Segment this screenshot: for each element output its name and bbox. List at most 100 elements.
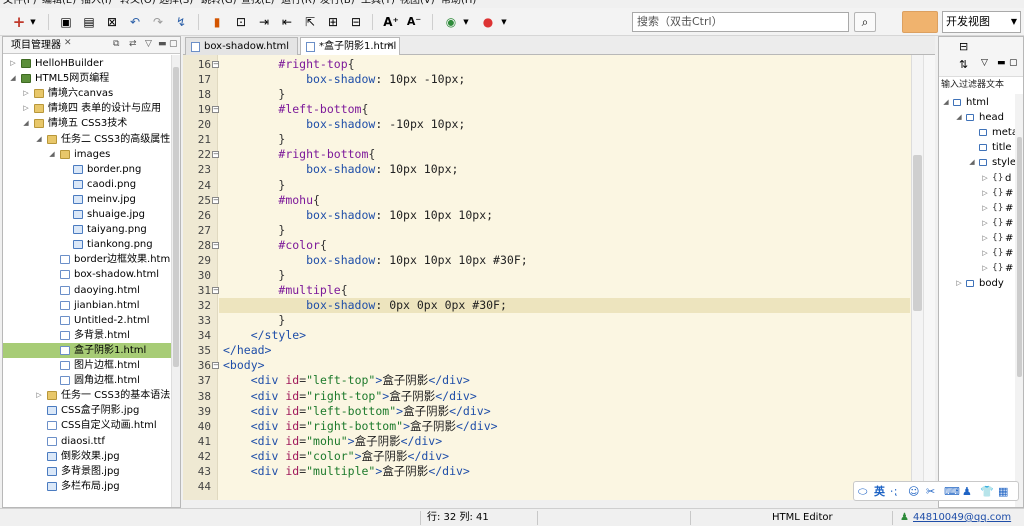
close-icon[interactable]: ✕ <box>64 38 72 48</box>
fold-toggle-icon[interactable]: − <box>212 151 219 158</box>
code-line[interactable]: box-shadow: -10px 10px; <box>223 117 903 132</box>
collapse-arrow-icon[interactable]: ◢ <box>35 132 43 147</box>
fold-toggle-icon[interactable]: − <box>212 362 219 369</box>
select-line-icon[interactable]: ⇱ <box>302 14 318 30</box>
search-icon[interactable]: ⌕ <box>854 12 876 32</box>
code-line[interactable]: #left-bottom{ <box>223 102 903 117</box>
bookmark-icon[interactable]: ▮ <box>209 14 225 30</box>
menu-item[interactable]: 运行(R) <box>281 0 316 7</box>
expand-arrow-icon[interactable]: ▷ <box>22 86 30 101</box>
tree-item[interactable]: ◢ HTML5网页编程 <box>3 71 171 86</box>
code-line[interactable]: box-shadow: 10px -10px; <box>223 72 903 87</box>
code-line[interactable]: <div id="right-bottom">盒子阴影</div> <box>223 419 903 434</box>
menu-item[interactable]: 工具(T) <box>361 0 395 7</box>
tree-item[interactable]: 多背景.html <box>3 328 171 343</box>
tree-item[interactable]: ▷ 任务一 CSS3的基本语法 <box>3 388 171 403</box>
indent-icon[interactable]: ⇥ <box>256 14 272 30</box>
outline-menu-icon[interactable]: ▽ <box>981 58 988 68</box>
outline-item[interactable]: ◢ head <box>939 110 1015 125</box>
outline-item[interactable]: ◢ style <box>939 155 1016 170</box>
menu-item[interactable]: 选择(S) <box>159 0 193 7</box>
undo-icon[interactable]: ↶ <box>127 14 143 30</box>
collapse-arrow-icon[interactable]: ◢ <box>22 116 30 131</box>
fold-toggle-icon[interactable]: − <box>212 106 219 113</box>
outline-item[interactable]: ▷{} # <box>939 246 1015 261</box>
menu-item[interactable]: 转义(O) <box>120 0 156 7</box>
expand-arrow-icon[interactable]: ▷ <box>981 246 989 261</box>
code-line[interactable]: } <box>223 87 903 102</box>
tree-item[interactable]: ◢ images <box>3 147 171 162</box>
code-line[interactable]: <div id="left-top">盒子阴影</div> <box>223 373 903 388</box>
view-menu-icon[interactable]: ▽ <box>145 39 152 49</box>
tree-item[interactable]: shuaige.jpg <box>3 207 171 222</box>
outline-item[interactable]: title <box>939 140 1015 155</box>
maximize-icon[interactable]: ▢ <box>1009 58 1018 68</box>
expand-arrow-icon[interactable]: ▷ <box>981 231 989 246</box>
code-line[interactable]: } <box>223 178 903 193</box>
ime-punctuation-icon[interactable]: ⋅⁏ <box>890 484 897 499</box>
expand-arrow-icon[interactable]: ▷ <box>9 56 17 71</box>
code-line[interactable]: </head> <box>223 343 903 358</box>
code-line[interactable]: <div id="left-bottom">盒子阴影</div> <box>223 404 903 419</box>
new-icon[interactable]: + <box>11 14 27 30</box>
outline-item[interactable]: ▷{} d <box>939 171 1015 186</box>
toggle-comment-icon[interactable]: ⊡ <box>233 14 249 30</box>
tab-box-shadow-1[interactable]: *盒子阴影1.html ✕ <box>300 37 400 55</box>
outline-filter-input[interactable]: 输入过滤器文本 <box>939 78 1023 93</box>
ime-keyboard-icon[interactable]: ⌨ <box>944 484 960 499</box>
code-line[interactable]: <body> <box>223 358 903 373</box>
outdent-icon[interactable]: ⇤ <box>279 14 295 30</box>
code-line[interactable]: <div id="right-top">盒子阴影</div> <box>223 389 903 404</box>
tree-item[interactable]: daoying.html <box>3 283 171 298</box>
minimize-icon[interactable]: ▬ <box>158 39 167 49</box>
maximize-icon[interactable]: ▢ <box>169 39 178 49</box>
collapse-arrow-icon[interactable]: ◢ <box>942 95 950 110</box>
code-line[interactable]: #mohu{ <box>223 193 903 208</box>
code-line[interactable]: } <box>223 313 903 328</box>
tree-item[interactable]: CSS盒子阴影.jpg <box>3 403 171 418</box>
search-input[interactable]: 搜索（双击Ctrl） <box>632 12 849 32</box>
fold-toggle-icon[interactable]: − <box>212 61 219 68</box>
fold-toggle-icon[interactable]: − <box>212 287 219 294</box>
expand-arrow-icon[interactable]: ▷ <box>22 101 30 116</box>
code-line[interactable]: #multiple{ <box>223 283 903 298</box>
browser-dropdown-arrow-icon[interactable]: ▼ <box>499 14 509 30</box>
tree-item[interactable]: ▷ 情境四 表单的设计与应用 <box>3 101 171 116</box>
tree-item[interactable]: 多背景图.jpg <box>3 464 171 479</box>
tree-item[interactable]: 图片边框.html <box>3 358 171 373</box>
save-icon[interactable]: ▣ <box>58 14 74 30</box>
expand-arrow-icon[interactable]: ▷ <box>981 171 989 186</box>
collapse-all-icon[interactable]: ⧉ <box>113 39 119 49</box>
tree-item[interactable]: 盒子阴影1.html <box>3 343 171 358</box>
tree-item[interactable]: border.png <box>3 162 171 177</box>
code-line[interactable]: } <box>223 223 903 238</box>
ime-scissors-icon[interactable]: ✂ <box>926 484 935 499</box>
outline-scroll-thumb[interactable] <box>1017 137 1022 377</box>
code-line[interactable]: #right-bottom{ <box>223 147 903 162</box>
expand-arrow-icon[interactable]: ▷ <box>35 388 43 403</box>
tree-item[interactable]: caodi.png <box>3 177 171 192</box>
account-link[interactable]: 44810049@qq.com <box>913 511 1011 525</box>
outline-item[interactable]: ◢ html <box>939 95 1015 110</box>
menu-item[interactable]: 文件(F) <box>3 0 37 7</box>
outline-item[interactable]: ▷{} # <box>939 186 1015 201</box>
expand-arrow-icon[interactable]: ▷ <box>981 186 989 201</box>
tree-item[interactable]: 倒影效果.jpg <box>3 449 171 464</box>
menu-item[interactable]: 视图(V) <box>400 0 435 7</box>
menu-item[interactable]: 跳转(G) <box>201 0 237 7</box>
code-line[interactable]: } <box>223 132 903 147</box>
collapse-arrow-icon[interactable]: ◢ <box>9 71 17 86</box>
ime-user-icon[interactable]: ♟ <box>962 484 972 499</box>
tree-item[interactable]: diaosi.ttf <box>3 434 171 449</box>
menu-item[interactable]: 编辑(E) <box>42 0 76 7</box>
tree-item[interactable]: Untitled-2.html <box>3 313 171 328</box>
code-line[interactable]: #right-top{ <box>223 57 903 72</box>
tree-item[interactable]: CSS自定义动画.html <box>3 418 171 433</box>
project-tree-scroll-thumb[interactable] <box>173 67 179 367</box>
font-decrease-icon[interactable]: A⁻ <box>406 14 422 30</box>
collapse-arrow-icon[interactable]: ◢ <box>968 155 976 170</box>
code-line[interactable]: </style> <box>223 328 903 343</box>
find-icon[interactable]: ⊞ <box>325 14 341 30</box>
ime-language-toggle[interactable]: 英 <box>874 484 885 499</box>
tree-item[interactable]: ▷ 情境六canvas <box>3 86 171 101</box>
